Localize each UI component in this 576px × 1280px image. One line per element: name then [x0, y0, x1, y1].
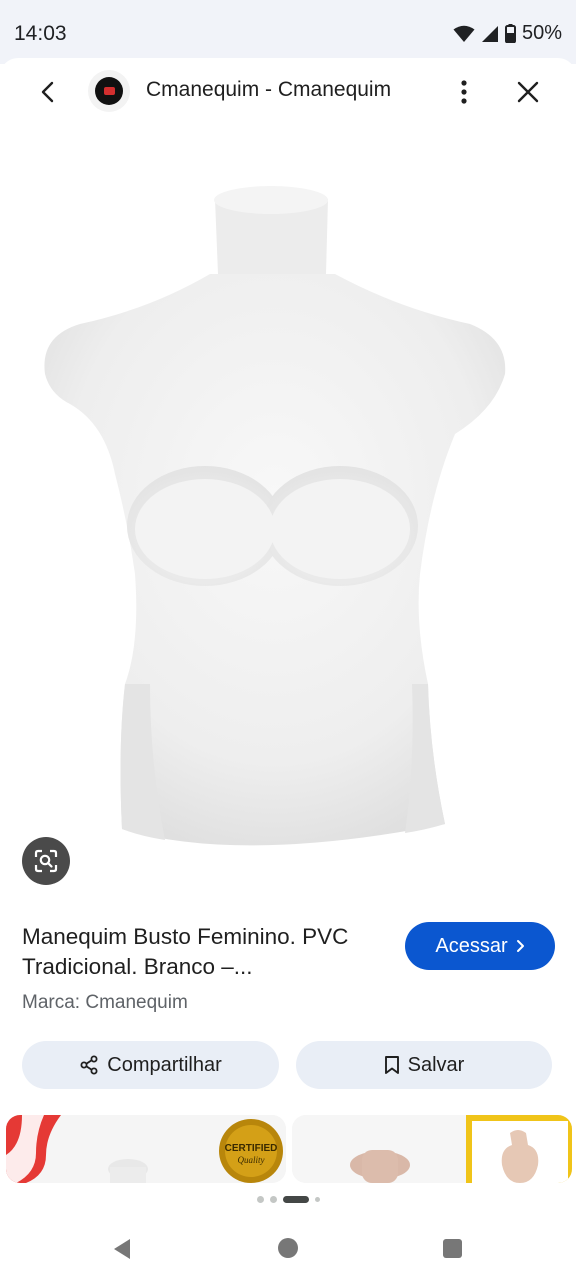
- product-title[interactable]: Manequim Busto Feminino. PVC Tradicional…: [22, 922, 392, 982]
- pager-dot-active: [282, 1195, 309, 1203]
- lens-icon: [34, 849, 58, 873]
- google-lens-button[interactable]: [22, 837, 70, 885]
- chevron-right-icon: [516, 940, 524, 952]
- system-nav-bar: [0, 1210, 576, 1280]
- wifi-icon: [453, 25, 475, 42]
- battery-percent: 50%: [521, 22, 562, 44]
- share-label: Compartilhar: [107, 1053, 222, 1076]
- product-image[interactable]: [0, 124, 576, 894]
- badge-text-quality: Quality: [238, 1155, 265, 1165]
- pager-indicator: [0, 1192, 576, 1206]
- more-vert-icon: [461, 80, 467, 104]
- brand-label: Marca: Cmanequim: [22, 992, 188, 1013]
- pager-dot: [269, 1195, 277, 1203]
- save-button[interactable]: Salvar: [296, 1041, 552, 1089]
- signal-icon: [481, 25, 498, 42]
- close-button[interactable]: [508, 72, 548, 112]
- status-bar: 14:03 50%: [0, 0, 576, 64]
- related-image-1: CERTIFIED Quality: [6, 1115, 286, 1183]
- pager-dot: [314, 1196, 320, 1202]
- related-results: CERTIFIED Quality: [0, 1115, 576, 1183]
- badge-text-certified: CERTIFIED: [225, 1143, 278, 1154]
- visit-button[interactable]: Acessar: [405, 922, 555, 970]
- close-icon: [517, 81, 539, 103]
- back-icon: [41, 81, 54, 103]
- bookmark-icon: [384, 1056, 399, 1074]
- save-label: Salvar: [407, 1053, 465, 1076]
- status-icons: 50%: [453, 22, 562, 45]
- status-time: 14:03: [14, 22, 67, 45]
- nav-home-icon[interactable]: [278, 1238, 298, 1258]
- back-button[interactable]: [28, 72, 68, 112]
- visit-button-label: Acessar: [435, 934, 508, 957]
- share-icon: [80, 1055, 98, 1075]
- site-title[interactable]: Cmanequim - Cmanequim: [146, 78, 391, 102]
- related-thumbnail[interactable]: CERTIFIED Quality: [6, 1115, 286, 1183]
- related-thumbnail[interactable]: [292, 1115, 572, 1183]
- nav-recents-icon[interactable]: [443, 1239, 462, 1258]
- related-image-2: [292, 1115, 572, 1183]
- nav-back-icon[interactable]: [112, 1238, 132, 1260]
- battery-icon: [504, 24, 516, 43]
- page: 14:03 50% Cmanequim - Cmanequim Manequim…: [0, 0, 576, 1280]
- more-options-button[interactable]: [446, 72, 482, 112]
- top-app-bar: Cmanequim - Cmanequim: [0, 58, 576, 124]
- share-button[interactable]: Compartilhar: [22, 1041, 279, 1089]
- site-logo: [88, 70, 130, 112]
- pager-dot: [256, 1195, 264, 1203]
